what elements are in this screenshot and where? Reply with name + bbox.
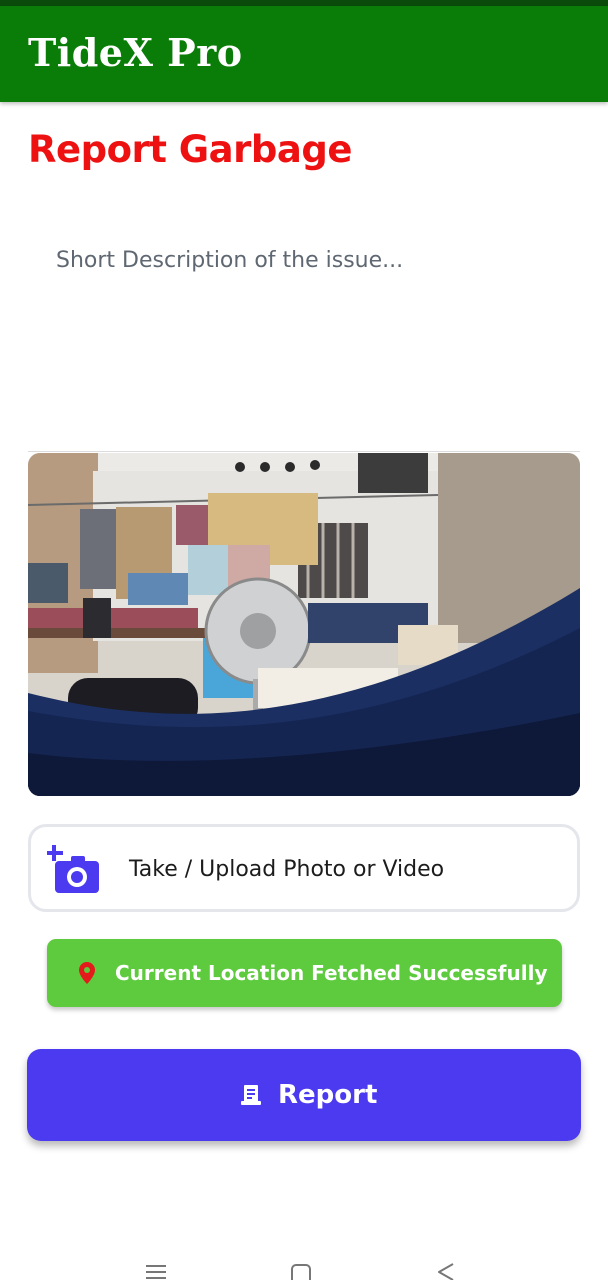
report-button[interactable]: Report [27, 1049, 581, 1141]
location-status-text: Current Location Fetched Successfully [115, 961, 548, 985]
app-bar: TideX Pro [0, 6, 608, 102]
add-a-photo-icon [47, 845, 101, 895]
description-placeholder: Short Description of the issue... [56, 248, 404, 273]
upload-photo-label: Take / Upload Photo or Video [129, 857, 445, 882]
report-label: Report [278, 1080, 378, 1110]
receipt-icon [241, 1084, 261, 1106]
page-title: Report Garbage [28, 128, 352, 171]
description-input[interactable]: Short Description of the issue... [28, 222, 580, 452]
location-pin-icon [79, 962, 95, 984]
system-navigation-bar [0, 1240, 608, 1280]
photo-image [28, 453, 580, 796]
photo-preview [28, 453, 580, 796]
app-title: TideX Pro [28, 30, 243, 75]
home-icon[interactable] [290, 1264, 312, 1280]
location-status-banner: Current Location Fetched Successfully [47, 939, 562, 1007]
recents-icon[interactable] [145, 1264, 167, 1280]
back-icon[interactable] [435, 1262, 457, 1280]
upload-photo-button[interactable]: Take / Upload Photo or Video [28, 824, 580, 912]
